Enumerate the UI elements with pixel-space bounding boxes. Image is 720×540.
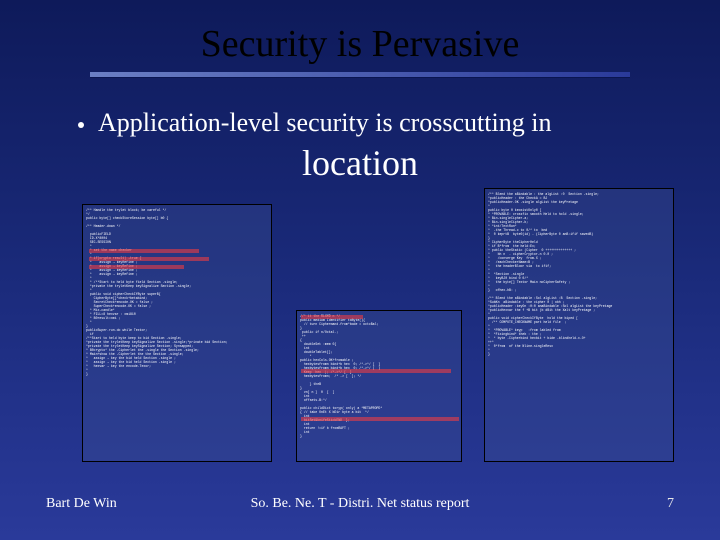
emphasis-word: location (0, 142, 720, 184)
highlight-line (89, 257, 209, 261)
footer-page-number: 7 (667, 496, 674, 512)
highlight-line (301, 369, 451, 373)
code-panel-left: /** Handle the trylet block; be careful … (82, 204, 272, 462)
code-left-text: /** Handle the trylet block; be careful … (86, 208, 268, 458)
code-right-text: /** Blend the aBindable : the algList :0… (488, 192, 670, 458)
bullet-dot-icon (78, 122, 84, 128)
highlight-line (301, 417, 459, 421)
footer: Bart De Win So. Be. Ne. T - Distri. Net … (0, 496, 720, 512)
code-panel-middle: //* it the RLXMD n */ public medium Iden… (296, 310, 462, 462)
highlight-line (301, 315, 363, 319)
code-panel-right: /** Blend the aBindable : the algList :0… (484, 188, 674, 462)
bullet-line: Application-level security is crosscutti… (78, 108, 680, 138)
bullet-text: Application-level security is crosscutti… (98, 108, 551, 138)
code-mid-text: //* it the RLXMD n */ public medium Iden… (300, 314, 458, 458)
title-underline (90, 72, 630, 78)
highlight-line (89, 249, 199, 253)
slide-title: Security is Pervasive (0, 22, 720, 66)
highlight-line (89, 265, 184, 269)
footer-author: Bart De Win (46, 496, 117, 512)
